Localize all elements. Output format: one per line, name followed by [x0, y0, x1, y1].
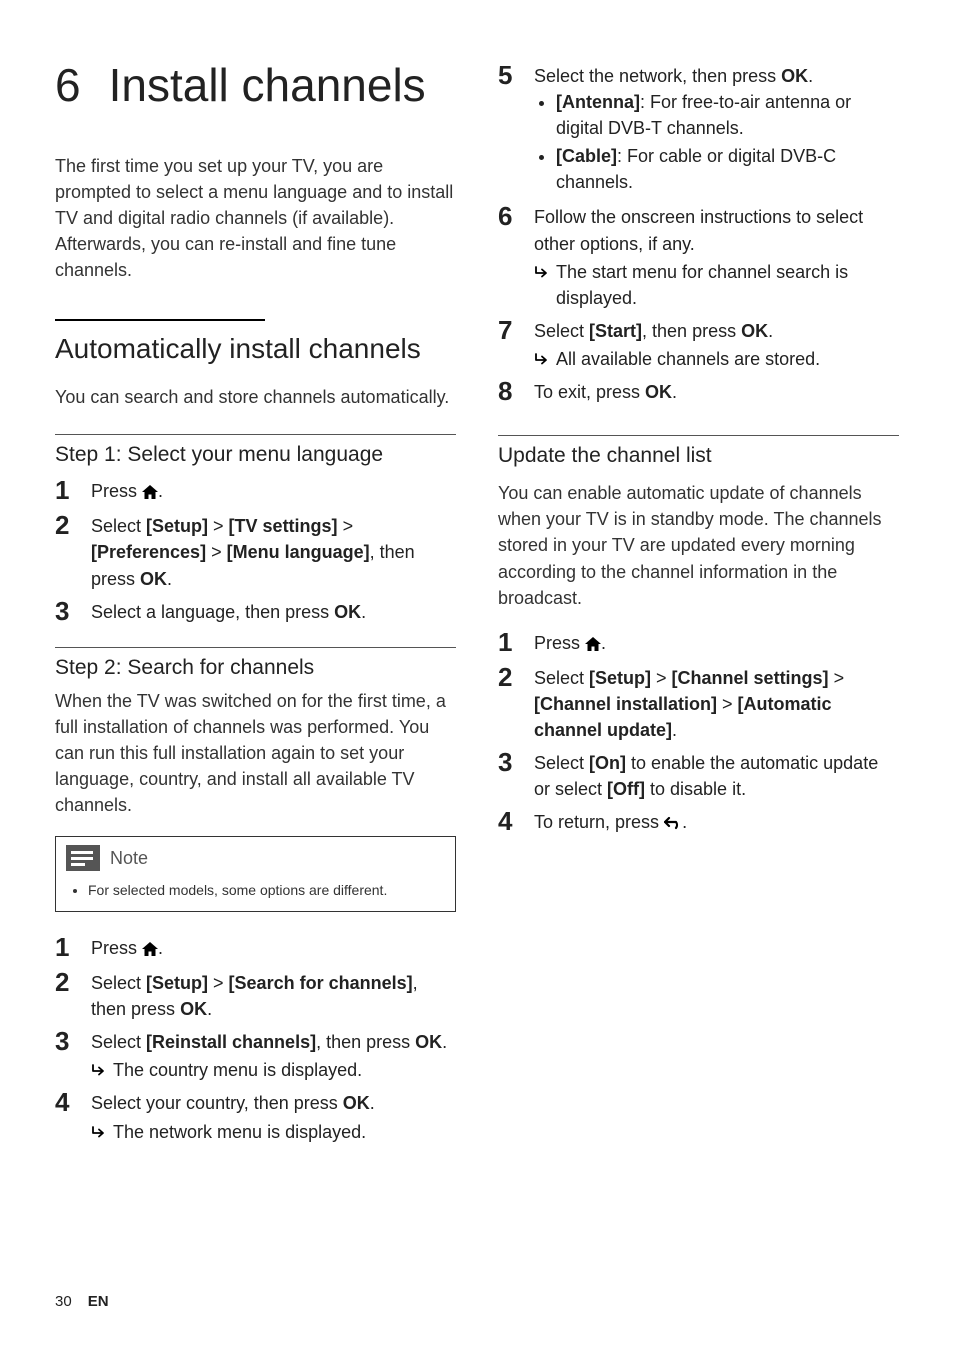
list-item: 5Select the network, then press OK.[Ante… [498, 60, 899, 197]
step2-intro: When the TV was switched on for the firs… [55, 688, 456, 818]
result-arrow-icon [534, 266, 550, 280]
step2-list-a: 1Press .2Select [Setup] > [Search for ch… [55, 932, 456, 1145]
home-icon [142, 942, 158, 956]
step-body: Press . [91, 932, 456, 961]
step-body: Press . [91, 475, 456, 504]
chapter-intro: The first time you set up your TV, you a… [55, 153, 456, 283]
step-body: Select your country, then press OK.The n… [91, 1087, 456, 1144]
page-number: 30 [55, 1293, 72, 1310]
auto-install-intro: You can search and store channels automa… [55, 384, 456, 410]
step-number: 1 [55, 475, 91, 506]
step-number: 4 [498, 806, 534, 837]
list-item: 7Select [Start], then press OK.All avail… [498, 315, 899, 372]
result-arrow-icon [534, 353, 550, 367]
list-item: 1Press . [55, 475, 456, 506]
sub-bullet-item: [Cable]: For cable or digital DVB-C chan… [556, 143, 899, 195]
list-item: 2Select [Setup] > [Search for channels],… [55, 967, 456, 1022]
list-item: 6Follow the onscreen instructions to sel… [498, 201, 899, 310]
step-body: Follow the onscreen instructions to sele… [534, 201, 899, 310]
list-item: 4To return, press . [498, 806, 899, 837]
list-item: 1Press . [55, 932, 456, 963]
result-line: The start menu for channel search is dis… [534, 259, 899, 311]
step-number: 3 [55, 596, 91, 627]
note-title: Note [110, 848, 148, 869]
result-line: The country menu is displayed. [91, 1057, 456, 1083]
sub-bullet-item: [Antenna]: For free-to-air antenna or di… [556, 89, 899, 141]
step1-list: 1Press .2Select [Setup] > [TV settings] … [55, 475, 456, 627]
step-number: 2 [55, 510, 91, 541]
step-number: 5 [498, 60, 534, 91]
step-body: Select [On] to enable the automatic upda… [534, 747, 899, 802]
update-intro: You can enable automatic update of chann… [498, 480, 899, 610]
step-body: Select [Setup] > [Search for channels], … [91, 967, 456, 1022]
home-icon [585, 637, 601, 651]
list-item: 8To exit, press OK. [498, 376, 899, 407]
list-item: 3Select [On] to enable the automatic upd… [498, 747, 899, 802]
step-body: Select the network, then press OK.[Anten… [534, 60, 899, 197]
result-line: The network menu is displayed. [91, 1119, 456, 1145]
step-number: 1 [498, 627, 534, 658]
step-body: Select [Setup] > [Channel settings] > [C… [534, 662, 899, 743]
list-item: 1Press . [498, 627, 899, 658]
step-body: Select [Reinstall channels], then press … [91, 1026, 456, 1083]
step-number: 3 [55, 1026, 91, 1057]
note-box: Note For selected models, some options a… [55, 836, 456, 912]
step-number: 6 [498, 201, 534, 232]
list-item: 2Select [Setup] > [Channel settings] > [… [498, 662, 899, 743]
subsection-rule [498, 435, 899, 436]
update-list: 1Press .2Select [Setup] > [Channel setti… [498, 627, 899, 838]
result-line: All available channels are stored. [534, 346, 899, 372]
step-body: Select a language, then press OK. [91, 596, 456, 625]
step-number: 1 [55, 932, 91, 963]
right-column: 5Select the network, then press OK.[Ante… [498, 60, 899, 1149]
chapter-title-text: Install channels [109, 59, 426, 111]
left-column: 6 Install channels The first time you set… [55, 60, 456, 1149]
list-item: 4Select your country, then press OK.The … [55, 1087, 456, 1144]
step-number: 8 [498, 376, 534, 407]
step2-list-b: 5Select the network, then press OK.[Ante… [498, 60, 899, 407]
auto-install-heading: Automatically install channels [55, 331, 456, 366]
step1-heading: Step 1: Select your menu language [55, 443, 456, 467]
subsection-rule [55, 647, 456, 648]
step-body: Select [Setup] > [TV settings] > [Prefer… [91, 510, 456, 591]
step2-heading: Step 2: Search for channels [55, 656, 456, 680]
section-rule [55, 319, 265, 321]
step-number: 2 [498, 662, 534, 693]
list-item: 3Select [Reinstall channels], then press… [55, 1026, 456, 1083]
footer-lang: EN [88, 1293, 109, 1310]
page-footer: 30 EN [55, 1293, 109, 1310]
result-arrow-icon [91, 1064, 107, 1078]
list-item: 3Select a language, then press OK. [55, 596, 456, 627]
step-body: To exit, press OK. [534, 376, 899, 405]
step-number: 2 [55, 967, 91, 998]
step-number: 7 [498, 315, 534, 346]
back-icon [664, 816, 682, 830]
subsection-rule [55, 434, 456, 435]
chapter-number: 6 [55, 59, 81, 111]
note-icon [66, 845, 100, 871]
chapter-title: 6 Install channels [55, 60, 456, 111]
note-body: For selected models, some options are di… [56, 877, 455, 911]
step-body: Select [Start], then press OK.All availa… [534, 315, 899, 372]
step-number: 4 [55, 1087, 91, 1118]
result-arrow-icon [91, 1126, 107, 1140]
sub-bullet-list: [Antenna]: For free-to-air antenna or di… [534, 89, 899, 195]
step-body: Press . [534, 627, 899, 656]
step-body: To return, press . [534, 806, 899, 835]
update-heading: Update the channel list [498, 444, 899, 468]
step-number: 3 [498, 747, 534, 778]
note-item: For selected models, some options are di… [88, 881, 445, 901]
home-icon [142, 485, 158, 499]
list-item: 2Select [Setup] > [TV settings] > [Prefe… [55, 510, 456, 591]
